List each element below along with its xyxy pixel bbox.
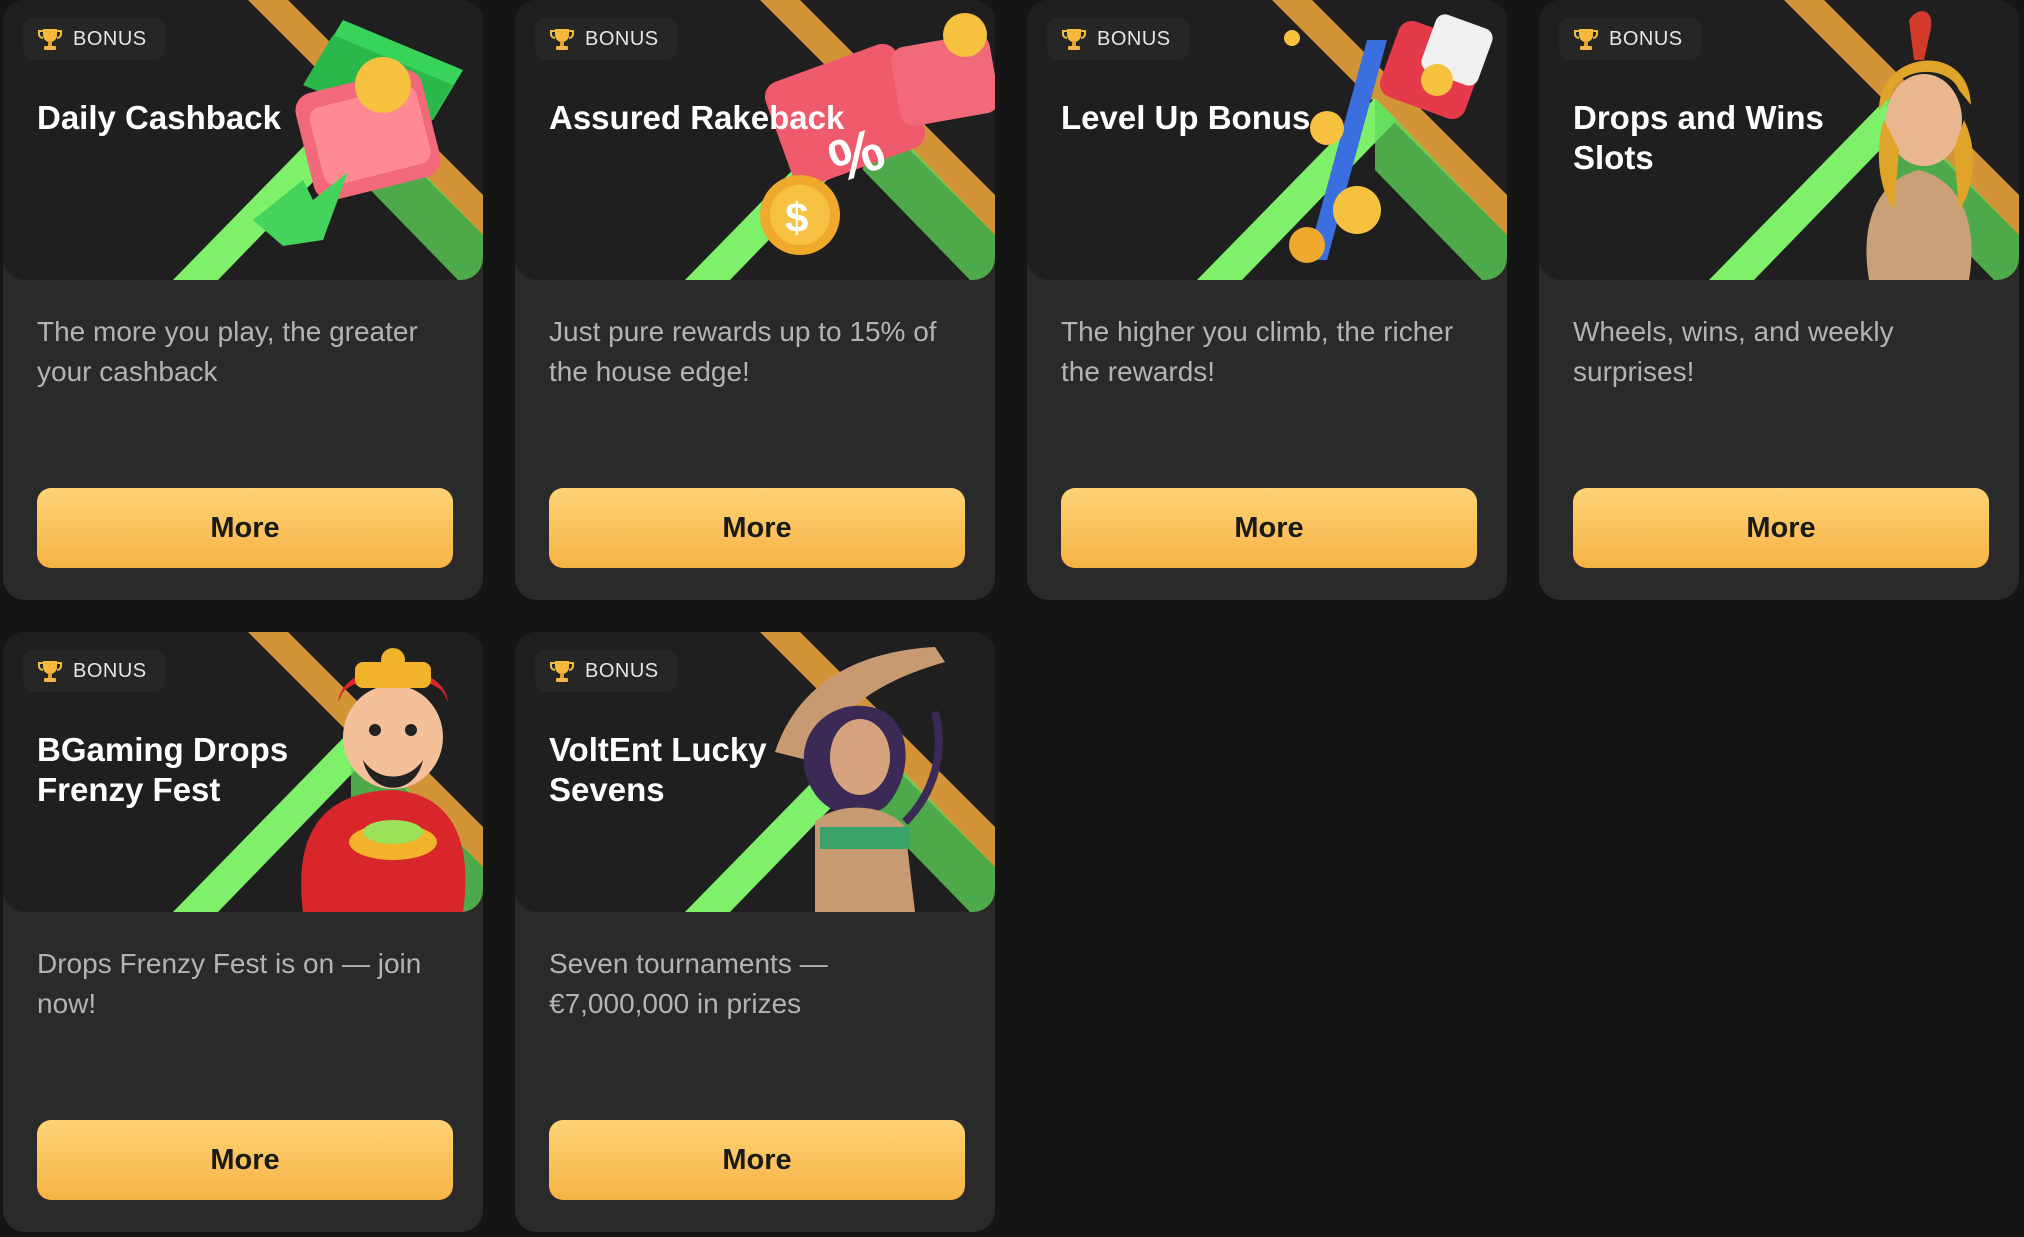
bonus-badge: BONUS: [535, 650, 677, 692]
bonus-card-assured-rakeback: % $ BONUS Assured Rakeback Just pure rew…: [515, 0, 995, 600]
trophy-icon: [550, 661, 574, 682]
card-description: Just pure rewards up to 15% of the house…: [549, 316, 937, 387]
card-banner: BONUS Drops and Wins Slots: [1539, 0, 2019, 280]
more-button[interactable]: More: [37, 1120, 453, 1200]
more-button[interactable]: More: [549, 488, 965, 568]
more-button[interactable]: More: [549, 1120, 965, 1200]
bonus-badge: BONUS: [535, 18, 677, 60]
bonus-badge: BONUS: [23, 650, 165, 692]
bonus-badge: BONUS: [1559, 18, 1701, 60]
more-button[interactable]: More: [1573, 488, 1989, 568]
card-description: The more you play, the greater your cash…: [37, 316, 418, 387]
badge-label: BONUS: [585, 27, 659, 50]
card-description: The higher you climb, the richer the rew…: [1061, 316, 1454, 387]
card-banner: % $ BONUS Assured Rakeback: [515, 0, 995, 280]
badge-label: BONUS: [1609, 27, 1683, 50]
bonus-badge: BONUS: [1047, 18, 1189, 60]
card-title: Daily Cashback: [37, 99, 281, 136]
more-button[interactable]: More: [37, 488, 453, 568]
bonus-card-bgaming-drops: BONUS BGaming Drops Frenzy Fest Drops Fr…: [3, 632, 483, 1232]
card-title: VoltEnt Lucky Sevens: [549, 731, 767, 808]
badge-label: BONUS: [73, 27, 147, 50]
card-description: Wheels, wins, and weekly surprises!: [1573, 316, 1894, 387]
bonus-card-daily-cashback: BONUS Daily Cashback The more you play, …: [3, 0, 483, 600]
trophy-icon: [38, 29, 62, 50]
badge-label: BONUS: [1097, 27, 1171, 50]
card-description: Drops Frenzy Fest is on — join now!: [37, 948, 422, 1019]
bonus-badge: BONUS: [23, 18, 165, 60]
card-title: Level Up Bonus: [1061, 99, 1311, 136]
trophy-icon: [38, 661, 62, 682]
trophy-icon: [1574, 29, 1598, 50]
bonus-card-voltent-lucky-sevens: BONUS VoltEnt Lucky Sevens Seven tournam…: [515, 632, 995, 1232]
trophy-icon: [1062, 29, 1086, 50]
card-banner: BONUS BGaming Drops Frenzy Fest: [3, 632, 483, 912]
card-title: BGaming Drops Frenzy Fest: [37, 731, 289, 808]
more-button[interactable]: More: [1061, 488, 1477, 568]
trophy-icon: [550, 29, 574, 50]
card-description: Seven tournaments — €7,000,000 in prizes: [549, 948, 828, 1019]
svg-text:$: $: [785, 194, 808, 241]
bonus-card-level-up-bonus: BONUS Level Up Bonus The higher you clim…: [1027, 0, 1507, 600]
card-banner: BONUS Daily Cashback: [3, 0, 483, 280]
card-title: Drops and Wins Slots: [1573, 99, 1824, 176]
card-banner: BONUS Level Up Bonus: [1027, 0, 1507, 280]
badge-label: BONUS: [73, 659, 147, 682]
card-banner: BONUS VoltEnt Lucky Sevens: [515, 632, 995, 912]
card-title: Assured Rakeback: [549, 99, 845, 136]
bonus-card-drops-and-wins: BONUS Drops and Wins Slots Wheels, wins,…: [1539, 0, 2019, 600]
badge-label: BONUS: [585, 659, 659, 682]
bonus-grid: BONUS Daily Cashback The more you play, …: [0, 0, 2024, 1237]
